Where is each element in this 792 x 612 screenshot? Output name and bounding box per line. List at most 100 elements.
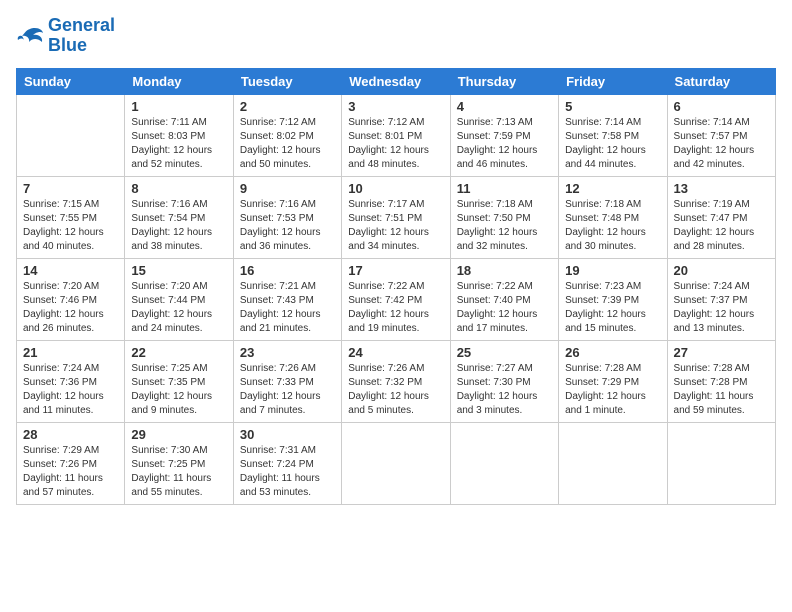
calendar-cell: 24 Sunrise: 7:26 AM Sunset: 7:32 PM Dayli… <box>342 340 450 422</box>
day-number: 1 <box>131 99 226 114</box>
calendar-table: SundayMondayTuesdayWednesdayThursdayFrid… <box>16 68 776 505</box>
day-info: Sunrise: 7:30 AM Sunset: 7:25 PM Dayligh… <box>131 444 226 500</box>
day-number: 21 <box>23 345 118 360</box>
calendar-cell: 6 Sunrise: 7:14 AM Sunset: 7:57 PM Daylig… <box>667 94 775 176</box>
calendar-cell: 14 Sunrise: 7:20 AM Sunset: 7:46 PM Dayli… <box>17 258 125 340</box>
day-number: 4 <box>457 99 552 114</box>
day-number: 30 <box>240 427 335 442</box>
day-info: Sunrise: 7:25 AM Sunset: 7:35 PM Dayligh… <box>131 362 226 418</box>
day-info: Sunrise: 7:20 AM Sunset: 7:44 PM Dayligh… <box>131 280 226 336</box>
day-info: Sunrise: 7:15 AM Sunset: 7:55 PM Dayligh… <box>23 198 118 254</box>
day-number: 9 <box>240 181 335 196</box>
day-info: Sunrise: 7:16 AM Sunset: 7:53 PM Dayligh… <box>240 198 335 254</box>
day-number: 14 <box>23 263 118 278</box>
calendar-cell: 17Sunrise: 7:22 AM Sunset: 7:42 PM Dayli… <box>342 258 450 340</box>
calendar-cell: 1 Sunrise: 7:11 AM Sunset: 8:03 PM Daylig… <box>125 94 233 176</box>
calendar-week-row: 1 Sunrise: 7:11 AM Sunset: 8:03 PM Daylig… <box>17 94 776 176</box>
calendar-cell: 25 Sunrise: 7:27 AM Sunset: 7:30 PM Dayli… <box>450 340 558 422</box>
logo-icon <box>16 25 44 47</box>
day-number: 2 <box>240 99 335 114</box>
day-info: Sunrise: 7:26 AM Sunset: 7:32 PM Dayligh… <box>348 362 443 418</box>
calendar-cell <box>17 94 125 176</box>
day-of-week-header: Thursday <box>450 68 558 94</box>
day-info: Sunrise: 7:18 AM Sunset: 7:48 PM Dayligh… <box>565 198 660 254</box>
day-info: Sunrise: 7:11 AM Sunset: 8:03 PM Dayligh… <box>131 116 226 172</box>
day-number: 8 <box>131 181 226 196</box>
calendar-cell: 2 Sunrise: 7:12 AM Sunset: 8:02 PM Daylig… <box>233 94 341 176</box>
day-number: 12 <box>565 181 660 196</box>
day-info: Sunrise: 7:13 AM Sunset: 7:59 PM Dayligh… <box>457 116 552 172</box>
calendar-cell <box>342 422 450 504</box>
day-info: Sunrise: 7:23 AM Sunset: 7:39 PM Dayligh… <box>565 280 660 336</box>
calendar-cell: 23 Sunrise: 7:26 AM Sunset: 7:33 PM Dayli… <box>233 340 341 422</box>
calendar-header-row: SundayMondayTuesdayWednesdayThursdayFrid… <box>17 68 776 94</box>
day-number: 19 <box>565 263 660 278</box>
day-info: Sunrise: 7:22 AM Sunset: 7:40 PM Dayligh… <box>457 280 552 336</box>
day-info: Sunrise: 7:20 AM Sunset: 7:46 PM Dayligh… <box>23 280 118 336</box>
day-of-week-header: Monday <box>125 68 233 94</box>
calendar-cell: 7 Sunrise: 7:15 AM Sunset: 7:55 PM Daylig… <box>17 176 125 258</box>
calendar-cell <box>450 422 558 504</box>
calendar-week-row: 14 Sunrise: 7:20 AM Sunset: 7:46 PM Dayli… <box>17 258 776 340</box>
day-number: 16 <box>240 263 335 278</box>
day-number: 15 <box>131 263 226 278</box>
calendar-week-row: 21 Sunrise: 7:24 AM Sunset: 7:36 PM Dayli… <box>17 340 776 422</box>
day-of-week-header: Friday <box>559 68 667 94</box>
day-info: Sunrise: 7:24 AM Sunset: 7:36 PM Dayligh… <box>23 362 118 418</box>
calendar-cell: 3 Sunrise: 7:12 AM Sunset: 8:01 PM Daylig… <box>342 94 450 176</box>
day-info: Sunrise: 7:12 AM Sunset: 8:01 PM Dayligh… <box>348 116 443 172</box>
day-number: 23 <box>240 345 335 360</box>
day-number: 20 <box>674 263 769 278</box>
logo: General Blue <box>16 16 115 56</box>
day-info: Sunrise: 7:16 AM Sunset: 7:54 PM Dayligh… <box>131 198 226 254</box>
calendar-week-row: 7 Sunrise: 7:15 AM Sunset: 7:55 PM Daylig… <box>17 176 776 258</box>
day-number: 24 <box>348 345 443 360</box>
calendar-cell <box>559 422 667 504</box>
calendar-cell: 30 Sunrise: 7:31 AM Sunset: 7:24 PM Dayli… <box>233 422 341 504</box>
day-info: Sunrise: 7:28 AM Sunset: 7:28 PM Dayligh… <box>674 362 769 418</box>
calendar-cell: 15 Sunrise: 7:20 AM Sunset: 7:44 PM Dayli… <box>125 258 233 340</box>
calendar-cell: 12 Sunrise: 7:18 AM Sunset: 7:48 PM Dayli… <box>559 176 667 258</box>
calendar-cell: 5 Sunrise: 7:14 AM Sunset: 7:58 PM Daylig… <box>559 94 667 176</box>
calendar-cell <box>667 422 775 504</box>
day-info: Sunrise: 7:24 AM Sunset: 7:37 PM Dayligh… <box>674 280 769 336</box>
calendar-cell: 22 Sunrise: 7:25 AM Sunset: 7:35 PM Dayli… <box>125 340 233 422</box>
day-number: 10 <box>348 181 443 196</box>
calendar-cell: 20 Sunrise: 7:24 AM Sunset: 7:37 PM Dayli… <box>667 258 775 340</box>
calendar-cell: 19 Sunrise: 7:23 AM Sunset: 7:39 PM Dayli… <box>559 258 667 340</box>
day-number: 5 <box>565 99 660 114</box>
page-header: General Blue <box>16 16 776 56</box>
day-info: Sunrise: 7:28 AM Sunset: 7:29 PM Dayligh… <box>565 362 660 418</box>
day-number: 18 <box>457 263 552 278</box>
day-info: Sunrise: 7:27 AM Sunset: 7:30 PM Dayligh… <box>457 362 552 418</box>
day-number: 29 <box>131 427 226 442</box>
day-number: 22 <box>131 345 226 360</box>
day-number: 25 <box>457 345 552 360</box>
day-number: 17 <box>348 263 443 278</box>
calendar-cell: 27 Sunrise: 7:28 AM Sunset: 7:28 PM Dayli… <box>667 340 775 422</box>
day-info: Sunrise: 7:21 AM Sunset: 7:43 PM Dayligh… <box>240 280 335 336</box>
day-number: 13 <box>674 181 769 196</box>
calendar-cell: 29 Sunrise: 7:30 AM Sunset: 7:25 PM Dayli… <box>125 422 233 504</box>
day-number: 6 <box>674 99 769 114</box>
calendar-cell: 10 Sunrise: 7:17 AM Sunset: 7:51 PM Dayli… <box>342 176 450 258</box>
day-info: Sunrise: 7:26 AM Sunset: 7:33 PM Dayligh… <box>240 362 335 418</box>
day-info: Sunrise: 7:12 AM Sunset: 8:02 PM Dayligh… <box>240 116 335 172</box>
day-info: Sunrise: 7:17 AM Sunset: 7:51 PM Dayligh… <box>348 198 443 254</box>
day-number: 27 <box>674 345 769 360</box>
day-info: Sunrise: 7:31 AM Sunset: 7:24 PM Dayligh… <box>240 444 335 500</box>
day-number: 11 <box>457 181 552 196</box>
calendar-cell: 4 Sunrise: 7:13 AM Sunset: 7:59 PM Daylig… <box>450 94 558 176</box>
day-info: Sunrise: 7:29 AM Sunset: 7:26 PM Dayligh… <box>23 444 118 500</box>
day-number: 3 <box>348 99 443 114</box>
calendar-cell: 13Sunrise: 7:19 AM Sunset: 7:47 PM Dayli… <box>667 176 775 258</box>
day-of-week-header: Saturday <box>667 68 775 94</box>
day-of-week-header: Tuesday <box>233 68 341 94</box>
day-info: Sunrise: 7:14 AM Sunset: 7:58 PM Dayligh… <box>565 116 660 172</box>
calendar-cell: 26Sunrise: 7:28 AM Sunset: 7:29 PM Dayli… <box>559 340 667 422</box>
day-info: Sunrise: 7:14 AM Sunset: 7:57 PM Dayligh… <box>674 116 769 172</box>
day-info: Sunrise: 7:18 AM Sunset: 7:50 PM Dayligh… <box>457 198 552 254</box>
day-of-week-header: Wednesday <box>342 68 450 94</box>
day-number: 7 <box>23 181 118 196</box>
day-number: 28 <box>23 427 118 442</box>
